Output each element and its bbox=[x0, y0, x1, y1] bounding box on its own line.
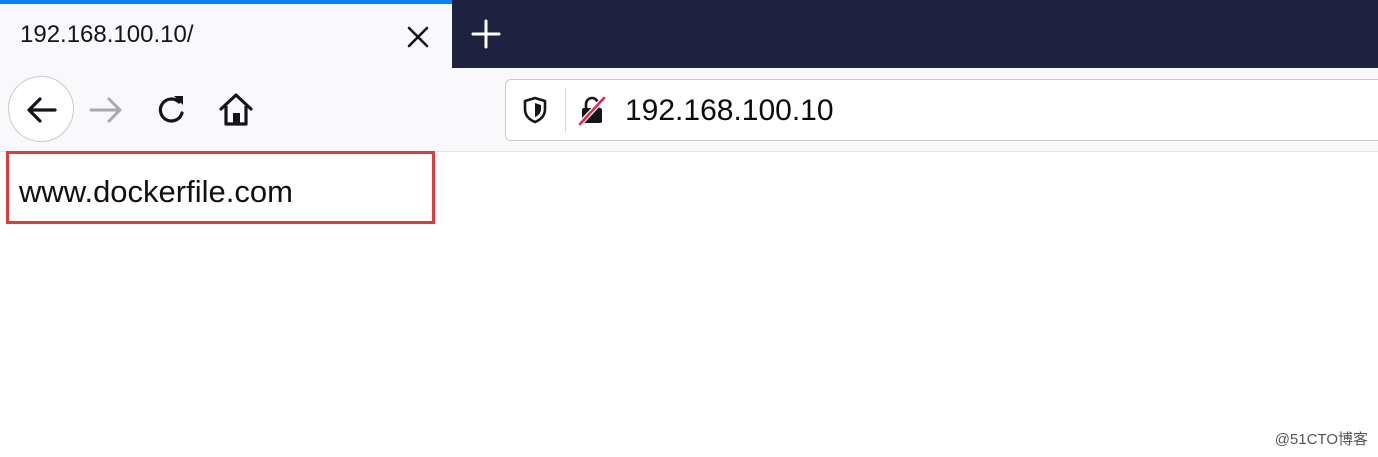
tracking-protection-button[interactable] bbox=[520, 95, 550, 125]
reload-button[interactable] bbox=[152, 90, 192, 130]
address-bar[interactable]: 192.168.100.10 bbox=[505, 79, 1378, 141]
watermark: @51CTO博客 bbox=[1274, 431, 1368, 448]
tab-strip: 192.168.100.10/ bbox=[0, 0, 1378, 68]
back-button[interactable] bbox=[8, 76, 74, 142]
close-icon bbox=[407, 26, 429, 48]
plus-icon bbox=[471, 19, 501, 49]
forward-arrow-icon bbox=[89, 97, 122, 123]
home-icon bbox=[219, 93, 253, 126]
highlight-box: www.dockerfile.com bbox=[6, 151, 435, 224]
browser-window: 192.168.100.10/ 192.168.100.10 www.docke… bbox=[0, 0, 1378, 457]
insecure-lock-icon bbox=[577, 95, 607, 127]
back-arrow-icon bbox=[27, 97, 57, 123]
active-tab[interactable]: 192.168.100.10/ bbox=[0, 0, 452, 68]
url-separator bbox=[565, 88, 566, 132]
home-button[interactable] bbox=[215, 89, 257, 131]
forward-button[interactable] bbox=[86, 90, 126, 130]
page-body-text: www.dockerfile.com bbox=[19, 174, 293, 209]
site-info-button[interactable] bbox=[576, 94, 608, 127]
reload-icon bbox=[158, 96, 184, 123]
navigation-toolbar: 192.168.100.10 bbox=[0, 68, 1378, 152]
url-text: 192.168.100.10 bbox=[625, 94, 834, 127]
new-tab-button[interactable] bbox=[466, 14, 506, 54]
close-tab-button[interactable] bbox=[404, 23, 432, 51]
tab-title: 192.168.100.10/ bbox=[20, 21, 194, 48]
tracking-shield-icon bbox=[523, 96, 547, 124]
